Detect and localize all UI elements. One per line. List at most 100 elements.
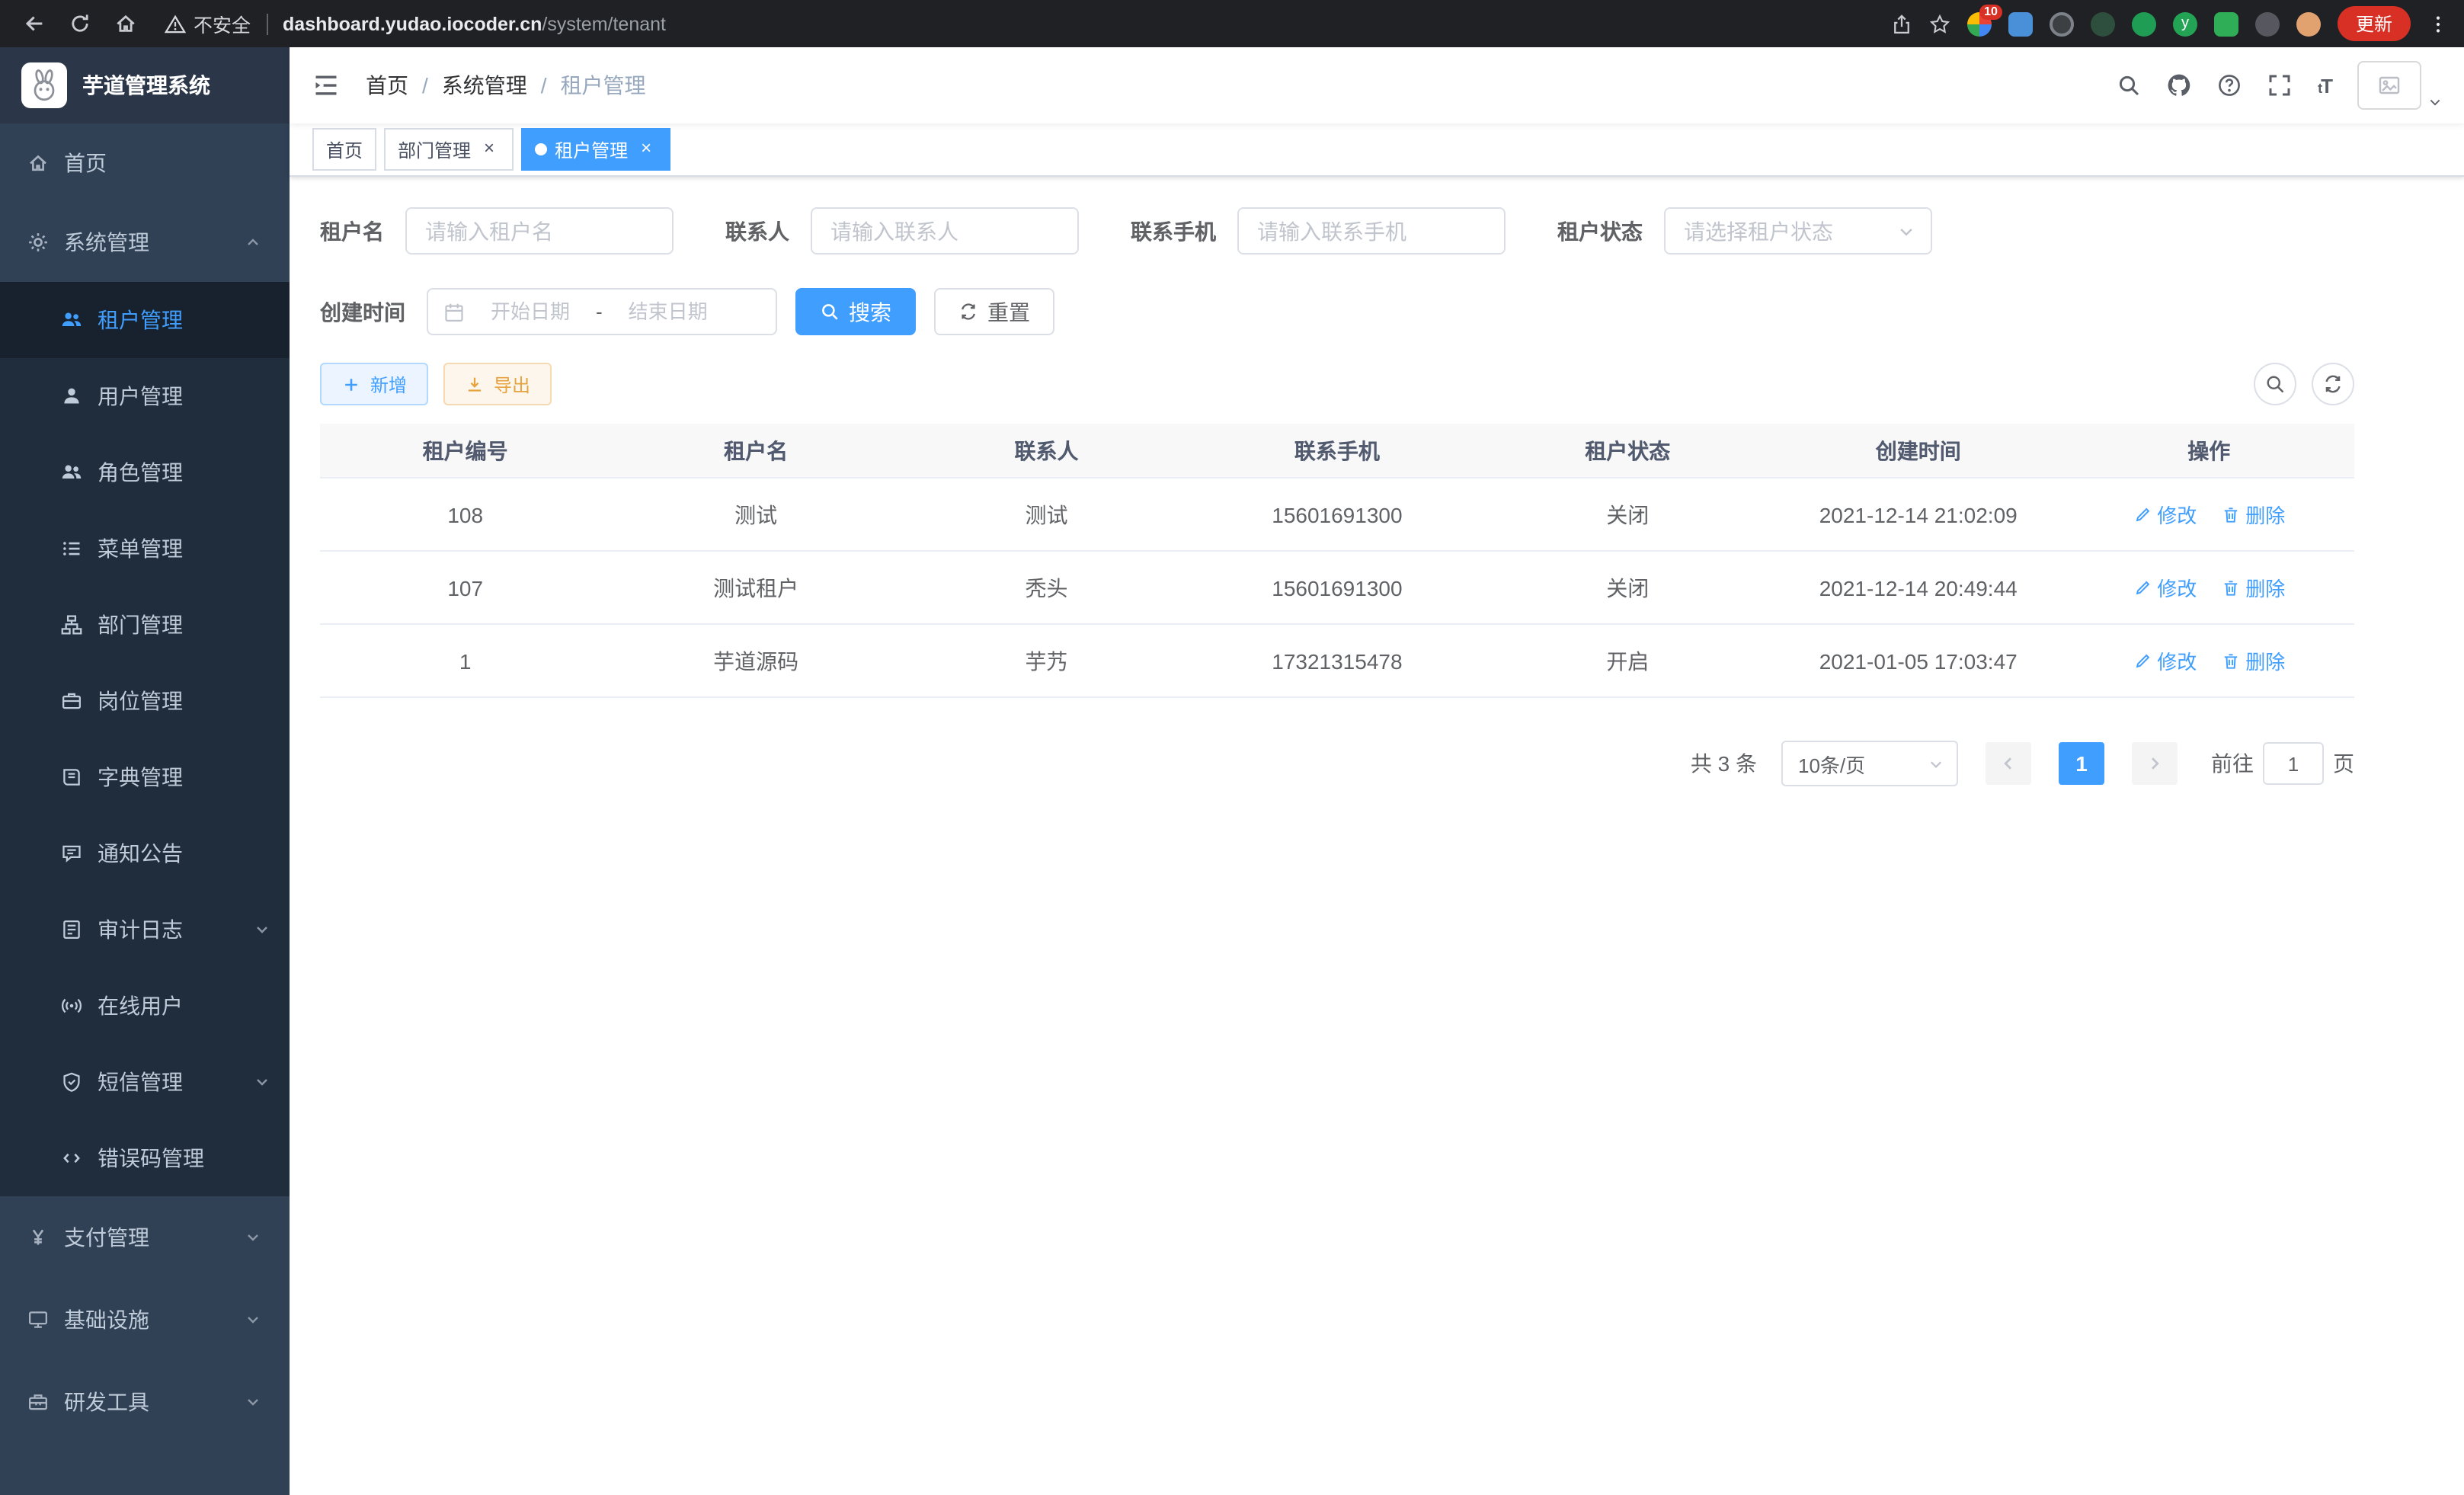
- extension-icon-3[interactable]: [2050, 11, 2074, 36]
- cell-phone: 15601691300: [1192, 478, 1482, 551]
- refresh-table-button[interactable]: [2312, 363, 2354, 405]
- sidebar-item-label: 支付管理: [64, 1222, 229, 1253]
- chevron-down-icon: [244, 1228, 262, 1247]
- date-range-picker[interactable]: -: [427, 288, 777, 335]
- sidebar-item-error-code[interactable]: 错误码管理: [0, 1120, 290, 1196]
- browser-home-button[interactable]: [107, 5, 143, 42]
- extension-icon-4[interactable]: [2091, 11, 2115, 36]
- delete-link[interactable]: 删除: [2221, 573, 2285, 602]
- export-button[interactable]: 导出: [443, 363, 552, 405]
- extension-icon-6[interactable]: y: [2173, 11, 2197, 36]
- prev-page-button[interactable]: [1986, 742, 2031, 785]
- button-label: 新增: [370, 371, 407, 397]
- status-select[interactable]: 请选择租户状态: [1664, 207, 1932, 255]
- sidebar-item-dict[interactable]: 字典管理: [0, 739, 290, 815]
- close-icon[interactable]: ×: [635, 139, 657, 160]
- page-number-1[interactable]: 1: [2059, 742, 2104, 785]
- sidebar-item-online-users[interactable]: 在线用户: [0, 968, 290, 1044]
- sidebar-logo: 芋道管理系统: [0, 47, 290, 123]
- sidebar-item-payment[interactable]: 支付管理: [0, 1196, 290, 1279]
- date-start-input[interactable]: [471, 299, 590, 325]
- tab-home[interactable]: 首页: [312, 128, 376, 171]
- extension-icon-1[interactable]: 10: [1967, 11, 1992, 36]
- fullscreen-icon[interactable]: [2267, 73, 2292, 98]
- breadcrumb: 首页 / 系统管理 / 租户管理: [366, 70, 646, 101]
- close-icon[interactable]: ×: [478, 139, 500, 160]
- share-icon[interactable]: [1891, 13, 1912, 34]
- edit-link[interactable]: 修改: [2133, 646, 2197, 675]
- warning-icon: [165, 13, 186, 34]
- tab-dept[interactable]: 部门管理 ×: [384, 128, 514, 171]
- browser-reload-button[interactable]: [61, 5, 98, 42]
- sidebar-item-tenant[interactable]: 租户管理: [0, 282, 290, 358]
- sidebar-item-user[interactable]: 用户管理: [0, 358, 290, 434]
- toolbox-icon: [27, 1391, 49, 1413]
- toggle-search-button[interactable]: [2254, 363, 2296, 405]
- browser-address-bar[interactable]: 不安全 dashboard.yudao.iocoder.cn/system/te…: [165, 9, 1873, 38]
- link-label: 修改: [2157, 500, 2197, 529]
- field-label: 创建时间: [320, 296, 405, 327]
- sidebar-item-home[interactable]: 首页: [0, 123, 290, 203]
- chevron-down-icon: [244, 1393, 262, 1411]
- tab-tenant[interactable]: 租户管理 ×: [521, 128, 670, 171]
- sidebar-item-post[interactable]: 岗位管理: [0, 663, 290, 739]
- sidebar-item-label: 岗位管理: [98, 686, 271, 716]
- sidebar-item-system[interactable]: 系统管理: [0, 203, 290, 282]
- delete-link[interactable]: 删除: [2221, 646, 2285, 675]
- contact-input[interactable]: [811, 207, 1079, 255]
- font-size-icon[interactable]: tT: [2318, 74, 2331, 97]
- pagination: 共 3 条 10条/页 1 前往 页: [320, 741, 2354, 786]
- gear-icon: [27, 232, 49, 253]
- sidebar-item-audit-log[interactable]: 审计日志: [0, 892, 290, 968]
- edit-link[interactable]: 修改: [2133, 500, 2197, 529]
- extension-icon-7[interactable]: [2214, 11, 2238, 36]
- breadcrumb-home[interactable]: 首页: [366, 70, 408, 101]
- extension-icon-5[interactable]: [2132, 11, 2156, 36]
- date-end-input[interactable]: [609, 299, 728, 325]
- chrome-update-button[interactable]: 更新: [2338, 6, 2411, 41]
- browser-menu-icon[interactable]: [2427, 13, 2449, 34]
- security-chip[interactable]: 不安全: [165, 9, 251, 38]
- goto-page-input[interactable]: [2263, 742, 2324, 785]
- delete-link[interactable]: 删除: [2221, 500, 2285, 529]
- sidebar-item-dept[interactable]: 部门管理: [0, 587, 290, 663]
- cell-id: 107: [320, 551, 610, 624]
- sidebar-item-role[interactable]: 角色管理: [0, 434, 290, 511]
- sidebar-item-devtools[interactable]: 研发工具: [0, 1361, 290, 1443]
- toolbar-left: 新增 导出: [320, 363, 552, 405]
- github-icon[interactable]: [2167, 73, 2191, 98]
- security-label: 不安全: [194, 9, 251, 38]
- help-icon[interactable]: [2217, 73, 2242, 98]
- extension-icon-8[interactable]: [2255, 11, 2280, 36]
- cell-actions: 修改 删除: [2063, 551, 2354, 624]
- sidebar-item-menu[interactable]: 菜单管理: [0, 511, 290, 587]
- sidebar-item-infra[interactable]: 基础设施: [0, 1279, 290, 1361]
- sidebar-item-sms[interactable]: 短信管理: [0, 1044, 290, 1120]
- next-page-button[interactable]: [2132, 742, 2178, 785]
- profile-avatar-icon[interactable]: [2296, 11, 2321, 36]
- sidebar-toggle-button[interactable]: [290, 72, 363, 99]
- browser-back-button[interactable]: [15, 5, 52, 42]
- sidebar-item-notice[interactable]: 通知公告: [0, 815, 290, 892]
- extension-icon-2[interactable]: [2008, 11, 2033, 36]
- search-icon[interactable]: [2117, 73, 2141, 98]
- filter-create-time: 创建时间 -: [320, 288, 777, 335]
- phone-input[interactable]: [1237, 207, 1506, 255]
- search-button[interactable]: 搜索: [795, 288, 916, 335]
- bookmark-star-icon[interactable]: [1929, 13, 1950, 34]
- url-text[interactable]: dashboard.yudao.iocoder.cn/system/tenant: [283, 13, 666, 34]
- reset-button[interactable]: 重置: [934, 288, 1054, 335]
- edit-link[interactable]: 修改: [2133, 573, 2197, 602]
- filter-row-2: 创建时间 - 搜索 重置: [320, 288, 2434, 335]
- cell-created: 2021-12-14 21:02:09: [1773, 478, 2063, 551]
- edit-icon: [2133, 505, 2151, 523]
- page-size-select[interactable]: 10条/页: [1781, 741, 1958, 786]
- link-label: 删除: [2245, 573, 2285, 602]
- user-avatar[interactable]: [2357, 61, 2443, 110]
- briefcase-icon: [61, 690, 82, 712]
- tenant-name-input[interactable]: [405, 207, 674, 255]
- list-icon: [61, 538, 82, 559]
- cell-actions: 修改删除: [2063, 624, 2354, 697]
- link-label: 修改: [2157, 646, 2197, 675]
- add-button[interactable]: 新增: [320, 363, 428, 405]
